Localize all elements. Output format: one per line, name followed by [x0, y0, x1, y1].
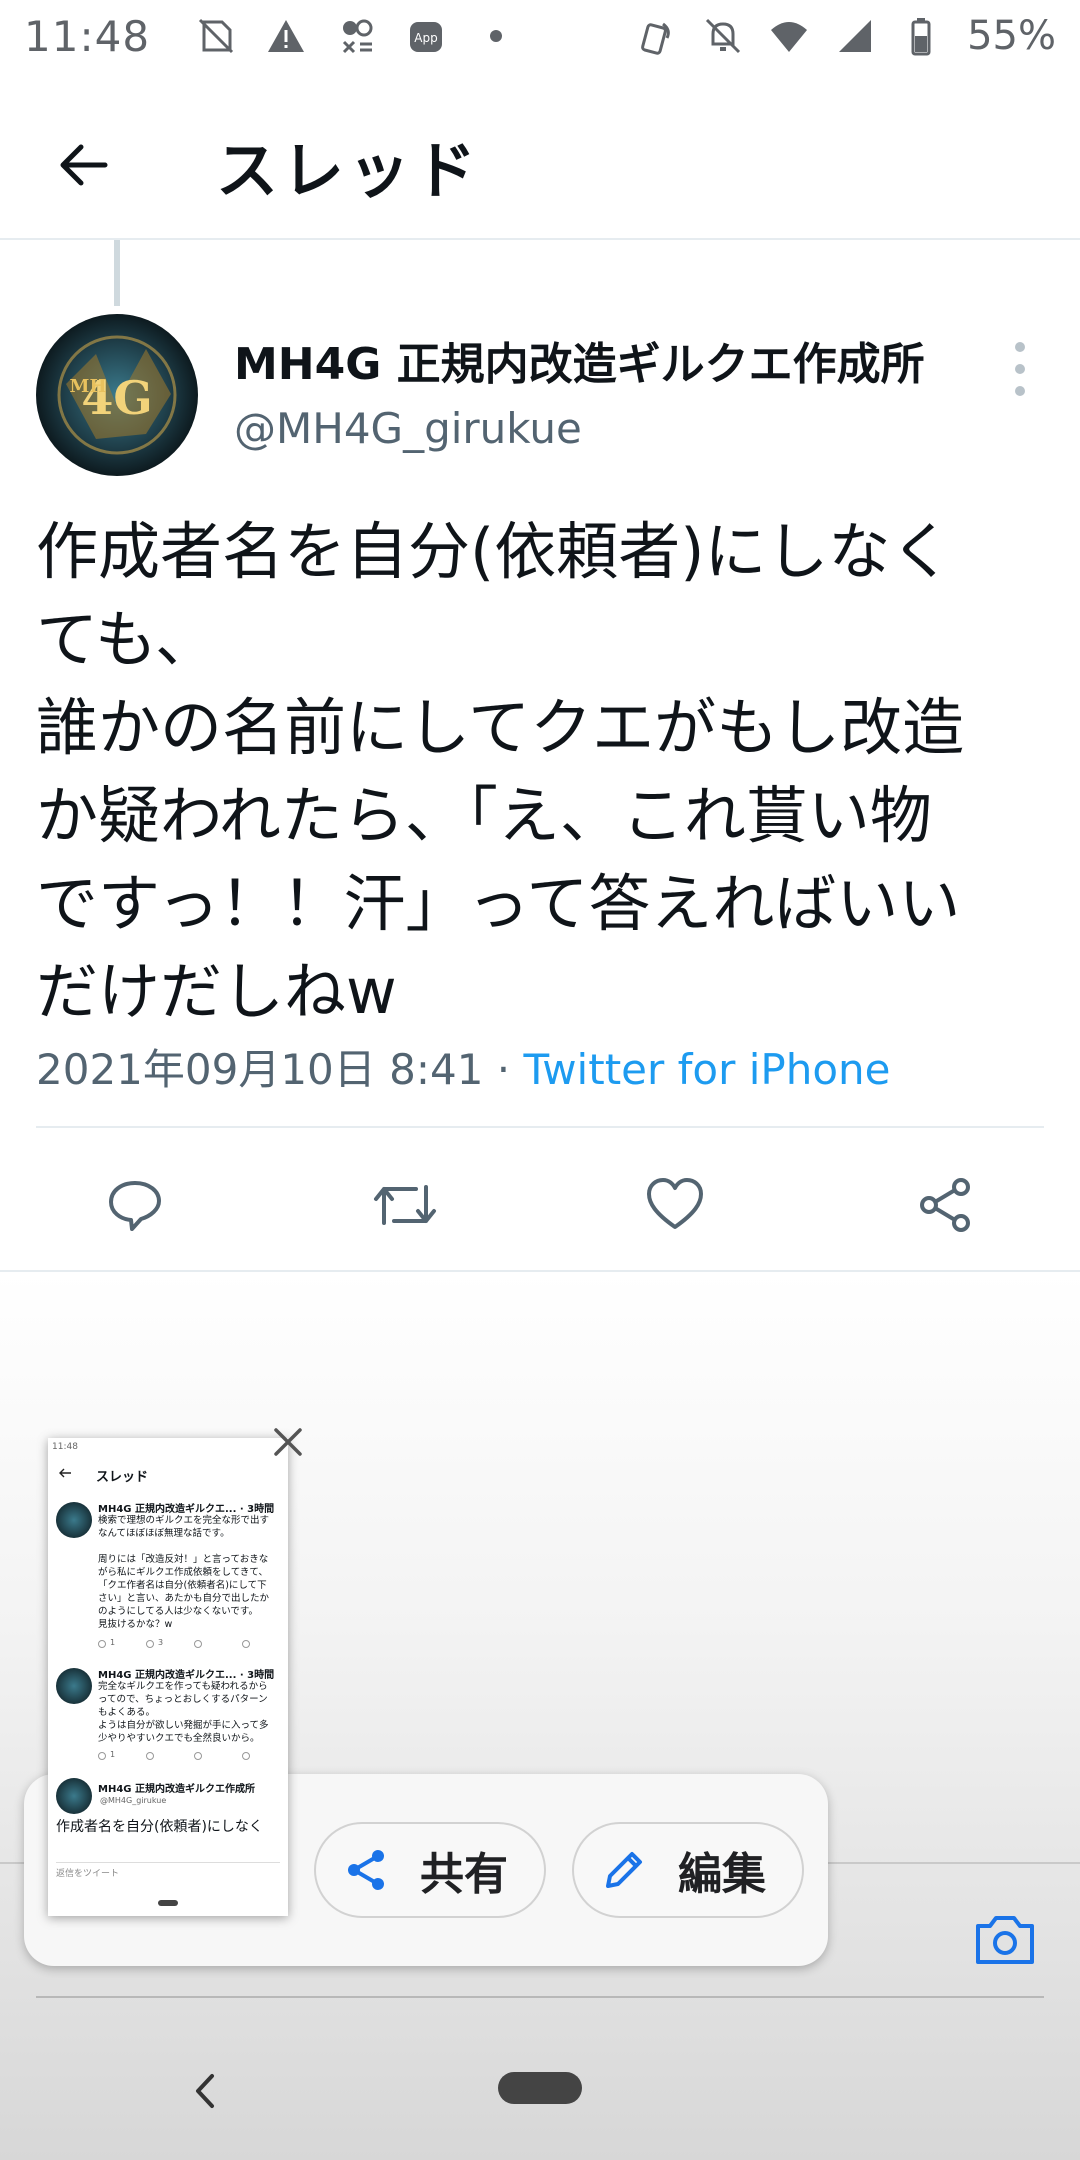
- share-icon: [920, 1178, 970, 1232]
- thumb-author-name: MH4G 正規内改造ギルクエ... · 3時間: [98, 1504, 275, 1515]
- share-label: 共有: [420, 1849, 508, 1900]
- tweet-timestamp: 2021年09月10日 8:41 ·: [36, 1045, 524, 1094]
- tweet-text: 作成者名を自分(依頼者)にしなく ても、 誰かの名前にしてクエがもし改造 か疑わ…: [36, 515, 965, 1028]
- more-dot-icon: [1015, 364, 1025, 374]
- thumb-author-name: MH4G 正規内改造ギルクエ作成所: [98, 1784, 255, 1795]
- thumb-reply-field: 返信をツイート: [56, 1862, 280, 1882]
- tweet-meta: 2021年09月10日 8:41 · Twitter for iPhone: [36, 1036, 891, 1097]
- more-options-button[interactable]: [1000, 334, 1040, 404]
- thumb-avatar: [56, 1778, 92, 1814]
- thumb-home-pill: [158, 1900, 178, 1906]
- thumb-tweet-actions: 1: [98, 1750, 278, 1762]
- bug-icon: [342, 19, 373, 54]
- share-icon: [348, 1850, 384, 1890]
- retweet-icon: [374, 1185, 436, 1225]
- close-icon[interactable]: [268, 1422, 308, 1462]
- overlay-divider: [36, 1996, 1044, 1998]
- camera-icon[interactable]: [972, 1906, 1038, 1972]
- svg-text:App: App: [414, 31, 437, 45]
- author-handle[interactable]: @MH4G_girukue: [234, 404, 582, 453]
- battery-percent: 55%: [967, 13, 1056, 59]
- share-screenshot-button[interactable]: 共有: [314, 1822, 546, 1918]
- thumb-author-name: MH4G 正規内改造ギルクエ... · 3時間: [98, 1670, 275, 1681]
- thumb-author-handle: @MH4G_girukue: [100, 1796, 167, 1805]
- edit-screenshot-button[interactable]: 編集: [572, 1822, 804, 1918]
- reply-icon: [109, 1181, 161, 1231]
- thumb-tweet-text: 完全なギルクエを作っても疑われるから ってので、ちょっとおしくするパターン もよ…: [98, 1681, 269, 1744]
- tweet-actions: [0, 1160, 1080, 1260]
- thread-connector-line: [114, 240, 120, 306]
- app-header: スレッド: [0, 90, 1080, 240]
- avatar[interactable]: 4G MH: [36, 314, 198, 476]
- dot-icon: [490, 30, 503, 42]
- svg-text:MH: MH: [70, 376, 107, 397]
- meta-divider: [36, 1126, 1044, 1128]
- tweet-source-link[interactable]: Twitter for iPhone: [524, 1045, 891, 1094]
- screenshot-thumbnail[interactable]: 11:48 スレッド MH4G 正規内改造ギルクエ... · 3時間 検索で理想…: [48, 1438, 288, 1916]
- mute-icon: [706, 18, 741, 54]
- like-icon: [647, 1178, 703, 1229]
- nfc-icon: [641, 22, 670, 55]
- clock: 11:48: [24, 11, 151, 61]
- warning-icon: [268, 20, 305, 52]
- thumb-title: スレッド: [96, 1470, 149, 1485]
- edit-label: 編集: [678, 1849, 766, 1900]
- thumb-tweet-actions: 1 3: [98, 1638, 278, 1650]
- mh4g-logo-icon: 4G MH: [57, 335, 177, 455]
- battery-icon: [911, 18, 931, 56]
- header-divider: [0, 238, 1080, 240]
- thumb-back-icon: [59, 1468, 71, 1478]
- page-title: スレッド: [216, 134, 481, 207]
- no-sim-icon: [198, 18, 234, 54]
- retweet-button[interactable]: [360, 1160, 450, 1250]
- reply-button[interactable]: [90, 1160, 180, 1250]
- back-button[interactable]: [28, 110, 138, 220]
- more-dot-icon: [1015, 386, 1025, 396]
- thumb-status-time: 11:48: [52, 1442, 78, 1452]
- nav-back-icon[interactable]: [180, 2066, 230, 2116]
- signal-icon: [839, 20, 872, 52]
- pencil-icon: [606, 1852, 642, 1888]
- like-button[interactable]: [630, 1160, 720, 1250]
- share-button[interactable]: [900, 1160, 990, 1250]
- more-dot-icon: [1015, 342, 1025, 352]
- thumb-nav-bar: [48, 1892, 288, 1916]
- author-name[interactable]: MH4G 正規内改造ギルクエ作成所: [234, 328, 925, 392]
- nav-home-pill[interactable]: [498, 2072, 582, 2104]
- app-icon: App: [410, 22, 443, 52]
- thumb-tweet-text: 検索で理想のギルクエを完全な形で出す なんてほぼほぼ無理な話です。 周りには「改…: [98, 1515, 270, 1630]
- thumb-tweet-text: 作成者名を自分(依頼者)にしなく: [56, 1819, 263, 1835]
- thumb-avatar: [56, 1668, 92, 1704]
- status-bar: 11:48 App 55%: [0, 0, 1080, 72]
- wifi-icon: [771, 22, 808, 52]
- thumb-avatar: [56, 1502, 92, 1538]
- back-arrow-icon: [60, 144, 108, 186]
